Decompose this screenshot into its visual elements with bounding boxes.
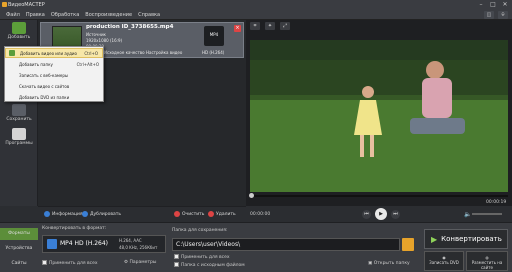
timeline-knob[interactable] [249, 193, 254, 198]
clear-button[interactable]: Очистить [174, 211, 204, 217]
tab-sites[interactable]: Сайты [0, 258, 38, 270]
quality-link[interactable]: Исходное качество [104, 50, 145, 55]
add-icon [12, 22, 26, 34]
convert-format-label: Конвертировать в формат: [42, 226, 107, 231]
format-selector[interactable]: MP4 HD (H.264) H.264, AAC 48,0 KHz, 256К… [42, 235, 166, 253]
apply-all-save-checkbox[interactable]: Применить для всех [174, 254, 230, 260]
screenshot-icon[interactable]: ◫ [484, 11, 494, 19]
crop-icon[interactable]: ⌗ [250, 22, 260, 30]
title-bar: ВидеоМАСТЕР – □ ✕ [0, 0, 512, 10]
format-spec-1: H.264, AAC [119, 238, 142, 243]
fullscreen-icon[interactable]: ⤢ [280, 22, 290, 30]
tab-devices[interactable]: Устройства [0, 243, 38, 255]
menu-add-video-audio[interactable]: Добавить видео или аудио Ctrl+O [5, 48, 103, 58]
remove-file-icon[interactable]: × [234, 25, 241, 32]
checkbox-icon [174, 254, 179, 259]
prev-frame-icon[interactable]: ⏮ [362, 209, 371, 219]
time-total: 00:00:19 [486, 200, 507, 205]
programs-button[interactable]: Программы [0, 128, 38, 146]
format-badge[interactable]: MP4 [204, 26, 224, 46]
save-folder-label: Папка для сохранения: [172, 228, 228, 233]
menu-help[interactable]: Справка [138, 12, 160, 18]
menu-bar: Файл Правка Обработка Воспроизведение Сп… [0, 10, 512, 20]
info-icon [44, 211, 50, 217]
add-button[interactable]: Добавить [0, 22, 38, 40]
save-button[interactable]: Сохранить [0, 104, 38, 122]
file-source: Источник [86, 32, 106, 37]
camera-icon[interactable]: ⌾ [498, 11, 508, 19]
menu-process[interactable]: Обработка [51, 12, 79, 18]
close-icon[interactable]: ✕ [500, 1, 510, 8]
effects-icon[interactable]: ✦ [265, 22, 275, 30]
format-spec-2: 48,0 KHz, 256Кбит [119, 245, 158, 250]
minimize-icon[interactable]: – [476, 1, 486, 8]
programs-icon [12, 128, 26, 140]
source-folder-checkbox[interactable]: Папка с исходным файлом [174, 262, 245, 268]
info-button[interactable]: Информация [44, 211, 83, 217]
convert-icon: ▶ [431, 234, 438, 244]
burn-dvd-button[interactable]: ◉ Записать DVD [424, 251, 464, 271]
format-name: MP4 HD (H.264) [60, 240, 109, 247]
convert-button[interactable]: ▶ Конвертировать [424, 229, 508, 249]
time-current: 00:00:00 [250, 212, 271, 217]
format-icon [47, 239, 57, 249]
checkbox-icon [174, 262, 179, 267]
menu-add-dvd[interactable]: Добавить DVD из папки [5, 92, 103, 102]
delete-icon [208, 211, 214, 217]
file-name: production ID_3738655.mp4 [86, 24, 174, 30]
next-frame-icon[interactable]: ⏭ [391, 209, 400, 219]
video-add-icon [9, 50, 15, 56]
menu-record-webcam[interactable]: Записать с веб-камеры [5, 70, 103, 80]
save-path-input[interactable]: C:\Users\user\Videos\ [172, 238, 400, 251]
checkbox-icon [42, 260, 47, 265]
file-resolution: 1920x1080 (16:9) [86, 38, 123, 43]
play-icon[interactable]: ▶ [375, 208, 387, 220]
browse-folder-icon[interactable] [402, 238, 414, 251]
save-icon [12, 104, 26, 116]
format-sub: HD (H.264) [202, 50, 225, 55]
params-button[interactable]: ⚙ Параметры [124, 260, 156, 265]
menu-playback[interactable]: Воспроизведение [85, 12, 132, 18]
volume-icon[interactable]: 🔈 [464, 211, 471, 218]
video-frame [250, 40, 508, 192]
video-thumbnail [52, 26, 82, 48]
apply-all-checkbox[interactable]: Применить для всех [42, 260, 98, 266]
duplicate-icon [82, 211, 88, 217]
maximize-icon[interactable]: □ [488, 1, 498, 8]
volume-slider[interactable] [472, 213, 502, 215]
menu-edit[interactable]: Правка [26, 12, 45, 18]
menu-file[interactable]: Файл [6, 12, 20, 18]
app-logo-icon [2, 2, 7, 7]
window-title: ВидеоМАСТЕР [8, 2, 45, 8]
duplicate-button[interactable]: Дублировать [82, 211, 121, 217]
tab-formats[interactable]: Форматы [0, 228, 38, 240]
clear-icon [174, 211, 180, 217]
video-settings-link[interactable]: Настройка видео [146, 50, 182, 55]
menu-add-folder[interactable]: Добавить папку Ctrl+Alt+O [5, 59, 103, 69]
delete-button[interactable]: Удалить [208, 211, 236, 217]
menu-download-video[interactable]: Скачать видео с сайтов [5, 81, 103, 91]
video-preview[interactable] [250, 40, 508, 192]
open-folder-button[interactable]: ▣ Открыть папку [368, 261, 410, 266]
timeline-bar[interactable] [250, 195, 508, 197]
add-dropdown-menu: Добавить видео или аудио Ctrl+O Добавить… [4, 46, 104, 102]
publish-button[interactable]: ◍ Разместить на сайте [466, 251, 508, 271]
